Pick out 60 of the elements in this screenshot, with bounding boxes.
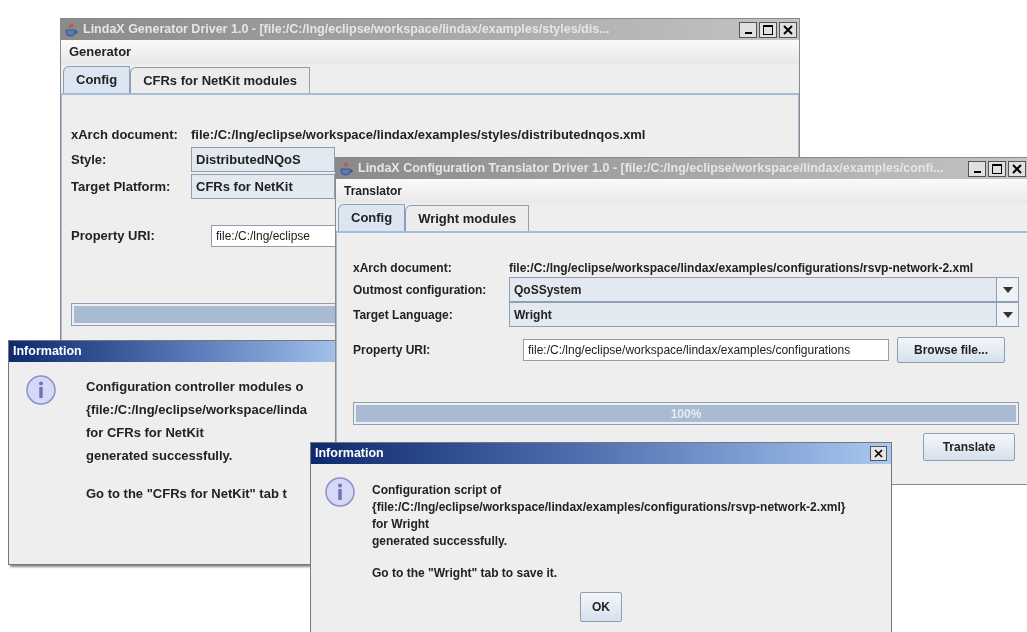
maximize-icon (992, 163, 1002, 174)
dropdown[interactable]: CFRs for NetKit (191, 174, 335, 199)
close-icon (783, 24, 793, 35)
dropdown[interactable]: Wright (509, 302, 1019, 327)
maximize-icon (763, 24, 773, 35)
field-label: Property URI: (71, 226, 156, 245)
message-line: {file:/C:/lng/eclipse/workspace/linda (86, 401, 308, 419)
tab[interactable]: CFRs for NetKit modules (130, 67, 310, 93)
dialog-title: Information (13, 343, 83, 361)
field-label: xArch document: (71, 126, 179, 145)
info-icon (26, 375, 56, 405)
minimize-icon (744, 31, 752, 34)
window-title: LindaX Configuration Translator Driver 1.0 - [file:/C:/lng/eclipse/workspace/lindax/examples/confi... (358, 160, 945, 178)
message-line: {file:/C:/lng/eclipse/workspace/lindax/examples/configurations/rsvp-network-2.xml} (372, 499, 846, 516)
progress-reading: 100% (669, 405, 703, 423)
maximize-button[interactable] (988, 160, 1006, 177)
maximize-button[interactable] (759, 21, 777, 38)
minimize-icon (973, 170, 981, 173)
message-line: Configuration script of (372, 482, 503, 499)
message-line: generated successfully. (86, 447, 234, 465)
close-button[interactable] (779, 21, 797, 38)
close-icon (1012, 163, 1022, 174)
menu-item[interactable]: Translator (340, 182, 407, 200)
field-label: Target Language: (353, 306, 454, 324)
message-note: Go to the "CFRs for NetKit" tab t (86, 485, 288, 503)
tab[interactable]: Config (338, 204, 406, 231)
message-line: for CFRs for NetKit (86, 424, 205, 442)
dropdown[interactable]: DistributedNQoS (191, 147, 335, 172)
tab[interactable]: Wright modules (405, 205, 530, 231)
window-title: LindaX Generator Driver 1.0 - [file:/C:/lng/eclipse/workspace/lindax/examples/styles/dis... (83, 21, 611, 39)
browse-button[interactable]: Browse file... (896, 336, 1005, 363)
close-icon (874, 449, 883, 458)
coffee-cup-icon (63, 21, 79, 38)
field-label: Property URI: (353, 341, 432, 359)
message-note: Go to the "Wright" tab to save it. (372, 565, 559, 582)
message-line: Configuration controller modules o (86, 378, 305, 396)
ok-button[interactable]: OK (580, 592, 622, 622)
translate-button[interactable]: Translate (923, 433, 1015, 461)
field-label: Target Platform: (71, 177, 172, 196)
input-field[interactable]: file:/C:/lng/eclipse (211, 224, 336, 247)
info-icon (325, 477, 355, 507)
close-button[interactable] (870, 446, 887, 461)
dropdown[interactable]: QoSSystem (509, 277, 1019, 302)
field-label: Outmost configuration: (353, 281, 488, 299)
field-label: Style: (71, 150, 108, 169)
coffee-cup-icon (338, 160, 354, 177)
minimize-button[interactable] (968, 160, 986, 177)
menu-item[interactable]: Generator (65, 42, 136, 62)
dropdown-arrow-icon (1002, 311, 1013, 318)
field-value: file:/C:/lng/eclipse/workspace/lindax/examples/styles/distributednqos.xml (191, 126, 646, 145)
tab[interactable]: Config (63, 66, 131, 93)
input-field[interactable]: file:/C:/lng/eclipse/workspace/lindax/examples/configurations (523, 338, 889, 361)
field-value: file:/C:/lng/eclipse/workspace/lindax/examples/configurations/rsvp-network-2.xml (509, 260, 974, 277)
minimize-button[interactable] (739, 21, 757, 38)
dialog-title: Information (315, 445, 385, 463)
field-label: xArch document: (353, 260, 453, 277)
message-line: for Wright (372, 516, 431, 533)
close-button[interactable] (1008, 160, 1026, 177)
message-line: generated successfully. (372, 533, 509, 550)
dropdown-arrow-icon (1002, 286, 1013, 293)
